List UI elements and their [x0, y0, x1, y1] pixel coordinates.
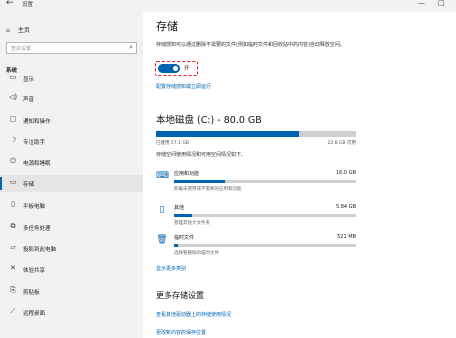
category-subtitle: 管理其他大文件夹	[174, 221, 210, 226]
title-bar: ← 设置 — □	[0, 0, 456, 12]
clipboard-icon: ⎘	[10, 286, 16, 294]
category-bar-fill	[174, 244, 178, 247]
power-icon: ⏻	[10, 157, 16, 165]
sidebar-item-10[interactable]: ⎘ 剪贴板	[0, 283, 143, 300]
sidebar-item-label: 存储	[23, 182, 35, 188]
main-panel: 存储 存储感知可以通过删除不需要的文件(例如临时文件和回收站中的内容)自动释放空…	[143, 12, 456, 338]
search-placeholder: 查找设置	[11, 46, 32, 52]
sidebar-item-label: 剪贴板	[23, 290, 40, 296]
category-bar	[174, 244, 356, 247]
category-name: 应用和功能	[174, 171, 200, 177]
other-drives-usage-link[interactable]: 查看其他驱动器上的存储使用情况	[156, 311, 231, 318]
storage-sense-toggle-highlight: 开	[155, 61, 198, 76]
moon-icon: ☽	[9, 136, 17, 144]
disk-title: 本地磁盘 (C:) - 80.0 GB	[156, 115, 262, 126]
sidebar-item-label: 平板电脑	[23, 204, 46, 210]
change-save-location-link[interactable]: 更改新内容的保存位置	[156, 329, 206, 336]
sidebar-home[interactable]: ⌂ 主页	[6, 25, 30, 34]
show-more-categories-link[interactable]: 显示更多类别	[156, 265, 186, 272]
share-icon: ✕	[10, 264, 16, 272]
category-name: 临时文件	[174, 235, 195, 241]
sidebar-item-1[interactable]: ◁) 声音	[0, 90, 143, 107]
category-size: 16.0 GB	[335, 170, 356, 176]
tablet-icon: ▯	[11, 200, 15, 208]
settings-search-input[interactable]: 查找设置 ⌕	[6, 42, 137, 54]
sidebar-item-label: 体验共享	[23, 268, 46, 274]
category-subtitle: 选择要删除的临时文件	[174, 251, 219, 256]
home-icon: ⌂	[6, 27, 10, 34]
maximize-button[interactable]: □	[438, 0, 445, 7]
sidebar-item-label: 专注助手	[23, 140, 46, 146]
category-apps[interactable]: ⌨ 应用和功能 16.0 GB 卸载未使用或不需要的应用和功能	[156, 169, 356, 199]
storage-drive-icon: ▭	[9, 178, 17, 186]
sidebar-item-8[interactable]: ▱ 投影到此电脑	[0, 240, 143, 257]
apps-icon: ⌨	[156, 171, 169, 181]
sidebar-item-label: 声音	[23, 97, 35, 103]
disk-used-label: 已使用 57.1 GB	[156, 141, 189, 146]
notification-icon: ▢	[9, 115, 17, 123]
category-bar-fill	[174, 180, 225, 183]
sidebar-item-label: 投影到此电脑	[23, 247, 57, 253]
category-subtitle: 卸载未使用或不需要的应用和功能	[174, 187, 242, 192]
category-bar	[174, 180, 356, 183]
sidebar-item-label: 电源和睡眠	[23, 161, 51, 167]
sidebar-home-label: 主页	[17, 27, 30, 34]
category-temp-files[interactable]: 🗑 临时文件 521 MB 选择要删除的临时文件	[156, 233, 356, 263]
speaker-icon: ◁)	[8, 93, 18, 101]
disk-free-label: 22.8 GB 可用	[327, 141, 356, 146]
minimize-button[interactable]: —	[418, 0, 425, 7]
disk-usage-hint: 存储空间使用情况和可用空间情况如下。	[156, 152, 247, 158]
sidebar-item-9[interactable]: ✕ 体验共享	[0, 261, 143, 278]
sidebar-item-label: 显示	[23, 77, 35, 83]
sidebar-item-label: 多任务处理	[23, 226, 51, 232]
more-storage-settings-title: 更多存储设置	[156, 291, 204, 300]
multitasking-icon: ⧉	[10, 222, 16, 230]
back-arrow-icon[interactable]: ←	[6, 0, 14, 8]
toggle-label: 开	[184, 66, 190, 72]
monitor-icon: ▭	[9, 73, 17, 81]
category-bar	[174, 214, 356, 217]
sidebar-item-2[interactable]: ▢ 通知和操作	[0, 112, 143, 129]
disk-usage-fill	[156, 131, 299, 137]
storage-sense-description: 存储感知可以通过删除不需要的文件(例如临时文件和回收站中的内容)自动释放空间。	[156, 42, 345, 48]
disk-usage-bar	[156, 131, 356, 137]
projector-icon: ▱	[10, 243, 16, 251]
storage-sense-toggle[interactable]	[158, 64, 180, 73]
sidebar-item-0[interactable]: ▭ 显示	[0, 70, 143, 87]
window-title: 设置	[22, 2, 34, 8]
category-other[interactable]: ▯ 其他 5.84 GB 管理其他大文件夹	[156, 203, 356, 233]
sidebar-item-label: 通知和操作	[23, 119, 51, 125]
category-size: 521 MB	[337, 234, 356, 240]
sidebar-item-4[interactable]: ⏻ 电源和睡眠	[0, 154, 143, 171]
sidebar-item-11[interactable]: ⟋ 远程桌面	[0, 304, 143, 321]
category-bar-fill	[174, 214, 193, 217]
active-indicator	[0, 177, 2, 190]
toggle-knob	[173, 66, 178, 71]
sidebar-item-3[interactable]: ☽ 专注助手	[0, 133, 143, 150]
sidebar-item-label: 远程桌面	[23, 311, 46, 317]
sidebar-item-7[interactable]: ⧉ 多任务处理	[0, 219, 143, 236]
sidebar-item-6[interactable]: ▯ 平板电脑	[0, 197, 143, 214]
other-files-icon: ▯	[159, 205, 165, 215]
trash-icon: 🗑	[156, 235, 168, 245]
category-size: 5.84 GB	[335, 204, 356, 210]
remote-desktop-icon: ⟋	[10, 307, 16, 315]
sidebar-item-5[interactable]: ▭ 存储	[0, 175, 143, 192]
configure-storage-sense-link[interactable]: 配置存储感知或立即运行	[156, 83, 211, 90]
category-name: 其他	[174, 205, 185, 211]
sidebar: ⌂ 主页 查找设置 ⌕ 系统 ▭ 显示 ◁) 声音 ▢ 通知和操作 ☽ 专注助手 ⏻ 电源和睡眠 ▭…	[0, 12, 143, 338]
search-icon: ⌕	[129, 43, 133, 51]
page-title: 存储	[156, 20, 178, 33]
